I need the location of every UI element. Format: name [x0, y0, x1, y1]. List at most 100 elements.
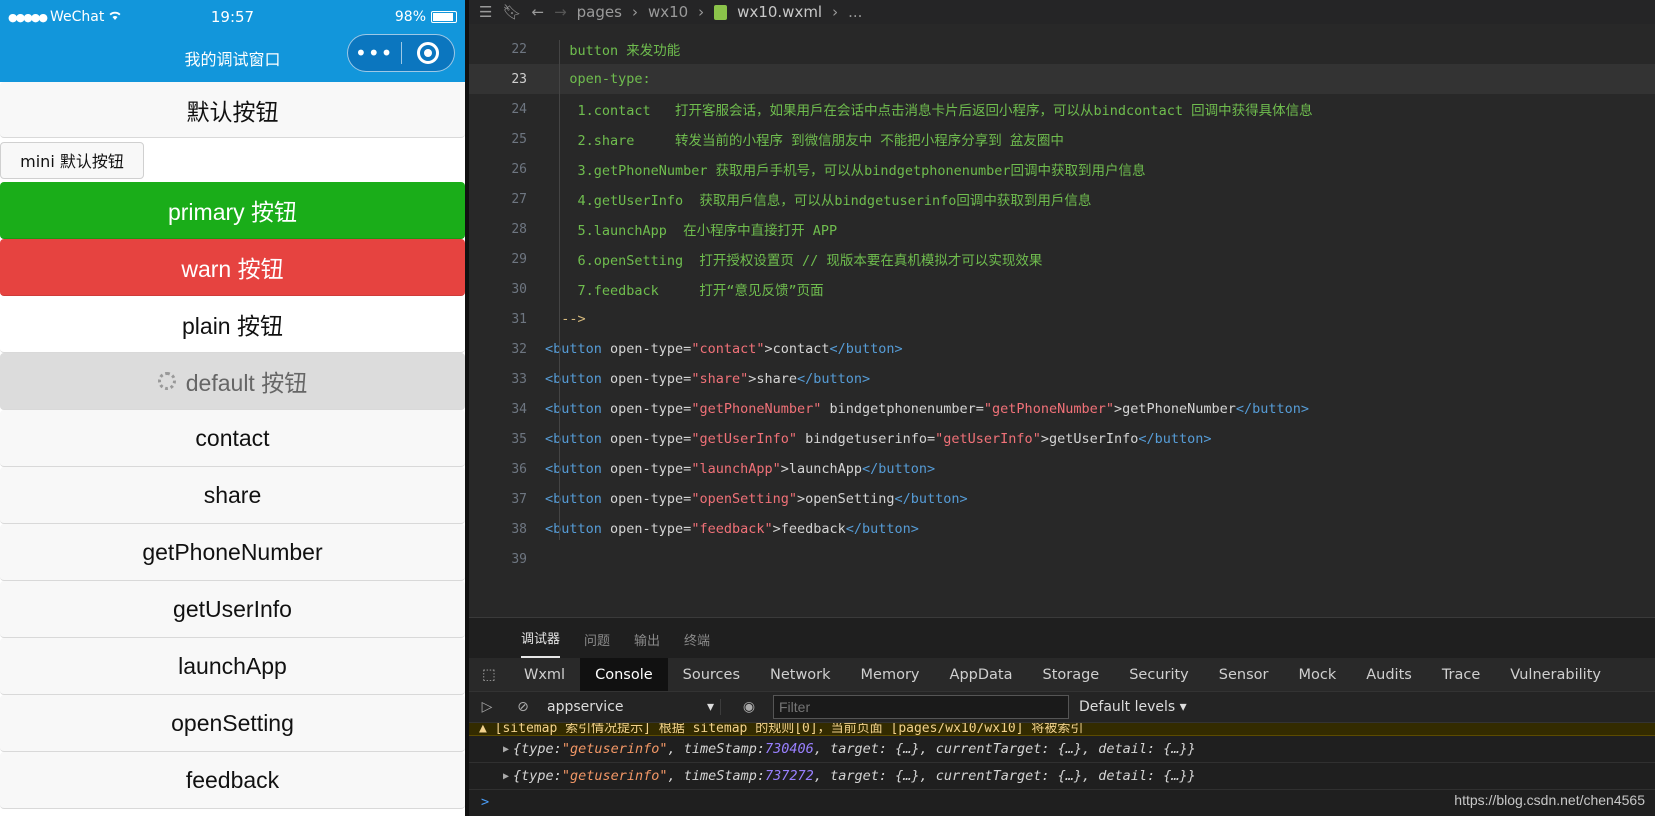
devtools-tabs: ⬚ Wxml Console Sources Network Memory Ap… [469, 658, 1655, 691]
breadcrumb-file[interactable]: wx10.wxml [737, 3, 822, 21]
log-timestamp-value: 737272 [765, 768, 814, 784]
code-token: bindgetphonenumber= [821, 401, 984, 417]
code-token: open-type= [601, 521, 692, 537]
code-line[interactable]: 30 7.feedback 打开“意见反馈”页面 [469, 274, 1655, 304]
tab-appdata[interactable]: AppData [935, 658, 1028, 691]
contact-button[interactable]: contact [0, 410, 465, 467]
get-phone-number-button[interactable]: getPhoneNumber [0, 524, 465, 581]
code-line[interactable]: 28 5.launchApp 在小程序中直接打开 APP [469, 214, 1655, 244]
code-text: <button open-type="feedback">feedback</b… [545, 521, 919, 537]
clear-console-icon[interactable]: ⊘ [505, 699, 541, 715]
tab-wxml[interactable]: Wxml [509, 658, 580, 691]
more-icon[interactable]: ••• [348, 41, 401, 65]
code-line[interactable]: 31 --> [469, 304, 1655, 334]
inspect-element-icon[interactable]: ⬚ [469, 667, 509, 683]
code-line[interactable]: 34 <button open-type="getPhoneNumber" bin… [469, 394, 1655, 424]
ide-window: ●●●●● WeChat 19:57 98% 我的调试窗口 ••• 默认按钮 m… [0, 0, 1655, 816]
outline-icon[interactable]: ☰ [479, 3, 492, 21]
console-filter-input[interactable] [773, 695, 1069, 719]
code-token: >share [748, 371, 797, 387]
context-select[interactable]: appservice ▾ [541, 699, 721, 715]
expand-triangle-icon[interactable]: ▶ [503, 744, 509, 755]
code-text: 1.contact 打开客服会话，如果用戶在会话中点击消息卡片后返回小程序，可以… [545, 99, 1313, 119]
back-arrow-icon[interactable]: ← [532, 3, 545, 21]
page-title: 我的调试窗口 [184, 50, 281, 69]
code-line[interactable]: 23 open-type: [469, 64, 1655, 94]
code-line[interactable]: 27 4.getUserInfo 获取用戶信息，可以从bindgetuserin… [469, 184, 1655, 214]
code-line[interactable]: 37 <button open-type="openSetting">openSe… [469, 484, 1655, 514]
code-token: open-type= [601, 401, 692, 417]
code-line[interactable]: 38 <button open-type="feedback">feedback<… [469, 514, 1655, 544]
code-line[interactable]: 35 <button open-type="getUserInfo" bindge… [469, 424, 1655, 454]
code-line[interactable]: 29 6.openSetting 打开授权设置页 // 现版本要在真机模拟才可以… [469, 244, 1655, 274]
code-token: </button> [797, 371, 871, 387]
code-token: "getUserInfo" [691, 431, 797, 447]
breadcrumb-pages[interactable]: pages [577, 3, 622, 21]
log-levels-select[interactable]: Default levels ▾ [1079, 699, 1187, 715]
tab-terminal[interactable]: 终端 [684, 630, 710, 658]
console-log-entry[interactable]: ▶ {type: "getuserinfo", timeStamp: 73727… [469, 763, 1655, 790]
code-line[interactable]: 33 <button open-type="share">share</butto… [469, 364, 1655, 394]
feedback-button[interactable]: feedback [0, 752, 465, 809]
tab-output[interactable]: 输出 [634, 630, 660, 658]
loading-default-button[interactable]: default 按钮 [0, 353, 465, 410]
tab-memory[interactable]: Memory [846, 658, 935, 691]
tab-trace[interactable]: Trace [1427, 658, 1495, 691]
warn-button[interactable]: warn 按钮 [0, 239, 465, 296]
tab-network[interactable]: Network [755, 658, 846, 691]
code-line[interactable]: 24 1.contact 打开客服会话，如果用戶在会话中点击消息卡片后返回小程序… [469, 94, 1655, 124]
mini-default-button[interactable]: mini 默认按钮 [0, 141, 144, 179]
code-editor: ☰ 🔖︎ ← → pages › wx10 › wx10.wxml › ... … [469, 0, 1655, 617]
capsule-menu: ••• [347, 34, 455, 72]
primary-button[interactable]: primary 按钮 [0, 182, 465, 239]
bookmark-icon[interactable]: 🔖︎ [502, 3, 521, 21]
code-line[interactable]: 26 3.getPhoneNumber 获取用戶手机号，可以从bindgetph… [469, 154, 1655, 184]
open-setting-button[interactable]: openSetting [0, 695, 465, 752]
line-number: 38 [511, 521, 527, 537]
forward-arrow-icon[interactable]: → [554, 3, 567, 21]
code-line[interactable]: 39 [469, 544, 1655, 574]
tab-mock[interactable]: Mock [1283, 658, 1351, 691]
code-token: open-type= [601, 461, 692, 477]
line-number: 27 [511, 191, 527, 207]
plain-button[interactable]: plain 按钮 [0, 296, 465, 353]
tab-debugger[interactable]: 调试器 [521, 628, 561, 658]
default-button[interactable]: 默认按钮 [0, 82, 465, 138]
code-line[interactable]: 22 button 来发功能 [469, 34, 1655, 64]
tab-audits[interactable]: Audits [1351, 658, 1427, 691]
eye-icon[interactable]: ◉ [731, 699, 767, 715]
console-log-entry[interactable]: ▶ {type: "getuserinfo", timeStamp: 73040… [469, 736, 1655, 763]
code-line[interactable]: 25 2.share 转发当前的小程序 到微信朋友中 不能把小程序分享到 盆友圈… [469, 124, 1655, 154]
close-mini-program-button[interactable] [401, 42, 454, 64]
tab-security[interactable]: Security [1114, 658, 1204, 691]
breadcrumb-folder[interactable]: wx10 [648, 3, 688, 21]
breadcrumb: ☰ 🔖︎ ← → pages › wx10 › wx10.wxml › ... [469, 0, 1655, 24]
tab-vulnerability[interactable]: Vulnerability [1495, 658, 1616, 691]
log-rest: , target: {…}, currentTarget: {…}, detai… [813, 768, 1196, 784]
get-user-info-button[interactable]: getUserInfo [0, 581, 465, 638]
code-token: <button [545, 431, 602, 447]
tab-sensor[interactable]: Sensor [1204, 658, 1284, 691]
code-text: <button open-type="getUserInfo" bindgetu… [545, 431, 1212, 447]
code-text: --> [545, 311, 585, 327]
tab-problems[interactable]: 问题 [584, 630, 610, 658]
tab-sources[interactable]: Sources [668, 658, 755, 691]
warning-icon: ▲ [479, 723, 495, 736]
code-line[interactable]: 32 <button open-type="contact">contact</b… [469, 334, 1655, 364]
code-text: button 来发功能 [545, 39, 680, 59]
code-text: 3.getPhoneNumber 获取用戶手机号，可以从bindgetphone… [545, 159, 1146, 179]
code-token: open-type: [545, 71, 651, 87]
sidebar-toggle-icon[interactable]: ▷ [469, 699, 505, 715]
tab-storage[interactable]: Storage [1027, 658, 1114, 691]
code-line[interactable]: 36 <button open-type="launchApp">launchAp… [469, 454, 1655, 484]
launch-app-button[interactable]: launchApp [0, 638, 465, 695]
expand-triangle-icon[interactable]: ▶ [503, 771, 509, 782]
bottom-panel-tabs: 调试器 问题 输出 终端 [469, 618, 1655, 658]
code-token: bindgetuserinfo= [796, 431, 936, 447]
share-button[interactable]: share [0, 467, 465, 524]
tab-console[interactable]: Console [580, 658, 668, 691]
warning-text: [sitemap 索引情况提示] 根据 sitemap 的规则[0]，当前页面 … [494, 723, 1084, 736]
code-area[interactable]: 22 button 来发功能 23 open-type: 24 1.contact … [469, 34, 1655, 574]
breadcrumb-more[interactable]: ... [848, 3, 862, 21]
code-token: </button> [1138, 431, 1212, 447]
